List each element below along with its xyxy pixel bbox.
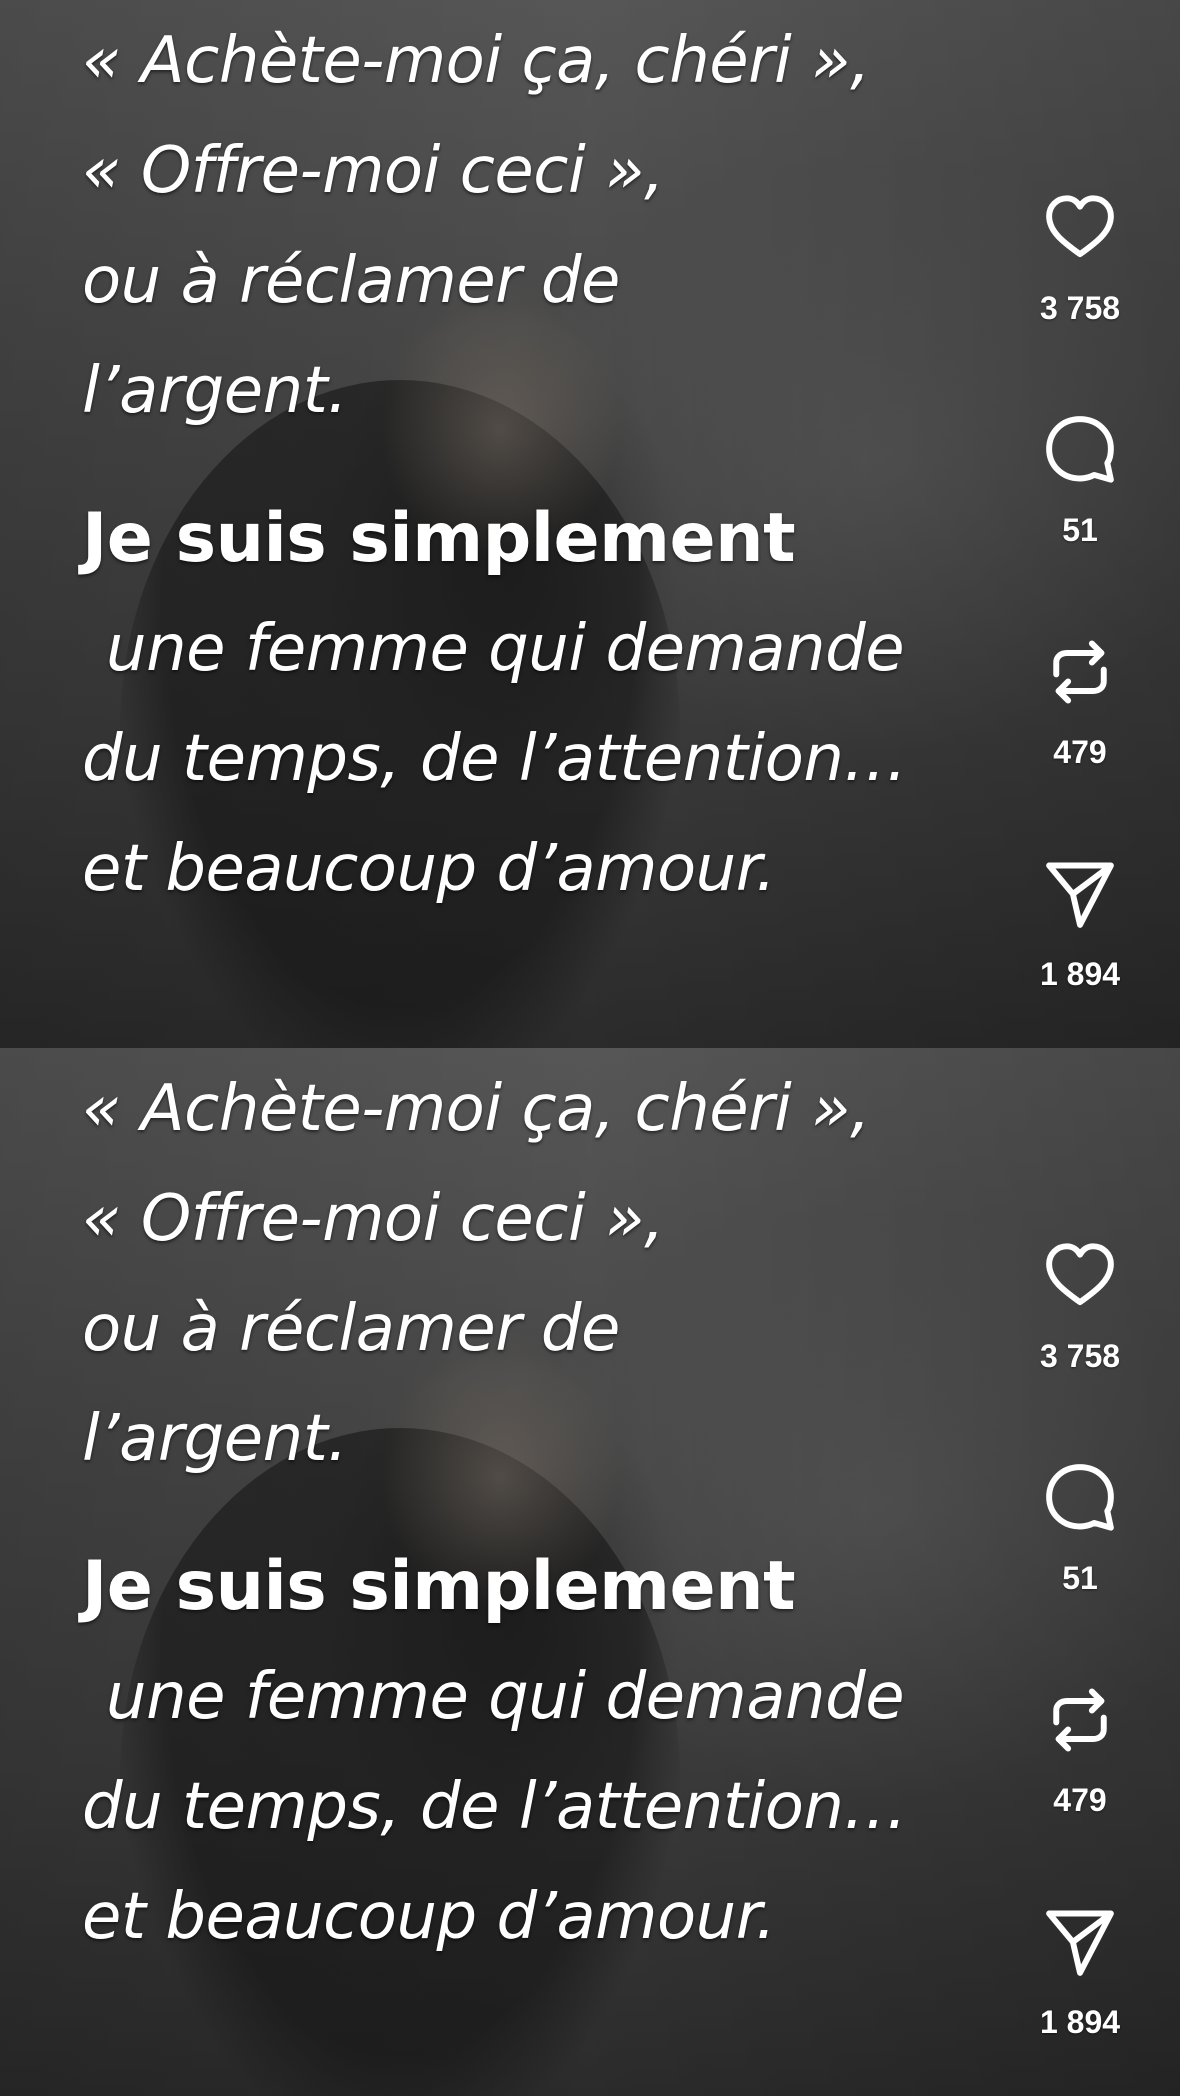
video-frame-2[interactable]: « Achète-moi ça, chéri », « Offre-moi ce… — [0, 1048, 1180, 2096]
share-button[interactable]: 1 894 — [1040, 1904, 1120, 2096]
heart-icon — [1046, 195, 1114, 258]
like-button[interactable]: 3 758 — [1040, 190, 1120, 412]
like-count: 3 758 — [1039, 1338, 1121, 1374]
comment-bubble-icon — [1046, 1464, 1114, 1531]
send-icon — [1046, 862, 1114, 928]
caption-line: ou à réclamer de — [82, 244, 620, 318]
caption-line: du temps, de l’attention… — [82, 1770, 907, 1844]
action-rail: 3 758 51 479 1 894 — [1020, 190, 1140, 1048]
caption-line: ou à réclamer de — [82, 1292, 620, 1366]
caption-line: et beaucoup d’amour. — [82, 1880, 776, 1954]
caption-line: « Offre-moi ceci », — [82, 134, 664, 208]
caption-line: l’argent. — [82, 1402, 348, 1476]
caption-line: « Achète-moi ça, chéri », — [82, 1072, 870, 1146]
repost-count: 479 — [1053, 734, 1107, 770]
video-frame-1[interactable]: « Achète-moi ça, chéri », « Offre-moi ce… — [0, 0, 1180, 1048]
repost-button[interactable]: 479 — [1042, 634, 1118, 856]
repost-icon — [1053, 640, 1107, 704]
action-rail: 3 758 51 479 1 894 — [1020, 1238, 1140, 2096]
repost-icon — [1053, 1688, 1107, 1752]
send-icon — [1046, 1910, 1114, 1976]
caption-line: une femme qui demande — [106, 1660, 905, 1734]
like-button[interactable]: 3 758 — [1040, 1238, 1120, 1460]
caption-line: « Offre-moi ceci », — [82, 1182, 664, 1256]
caption-line: du temps, de l’attention… — [82, 722, 907, 796]
caption-emphasis-line: Je suis simplement — [82, 499, 796, 578]
video-caption: « Achète-moi ça, chéri », « Offre-moi ce… — [82, 1054, 1042, 1972]
caption-line: l’argent. — [82, 354, 348, 428]
share-count: 1 894 — [1039, 956, 1121, 992]
video-caption: « Achète-moi ça, chéri », « Offre-moi ce… — [82, 6, 1042, 924]
heart-icon — [1046, 1243, 1114, 1306]
like-count: 3 758 — [1039, 290, 1121, 326]
caption-line: et beaucoup d’amour. — [82, 832, 776, 906]
comment-button[interactable]: 51 — [1042, 1460, 1118, 1682]
comment-button[interactable]: 51 — [1042, 412, 1118, 634]
comment-count: 51 — [1062, 1560, 1098, 1596]
comment-bubble-icon — [1046, 416, 1114, 483]
repost-button[interactable]: 479 — [1042, 1682, 1118, 1904]
comment-count: 51 — [1062, 512, 1098, 548]
caption-line: « Achète-moi ça, chéri », — [82, 24, 870, 98]
repost-count: 479 — [1053, 1782, 1107, 1818]
share-button[interactable]: 1 894 — [1040, 856, 1120, 1048]
caption-line: une femme qui demande — [106, 612, 905, 686]
share-count: 1 894 — [1039, 2004, 1121, 2040]
caption-emphasis-line: Je suis simplement — [82, 1547, 796, 1626]
